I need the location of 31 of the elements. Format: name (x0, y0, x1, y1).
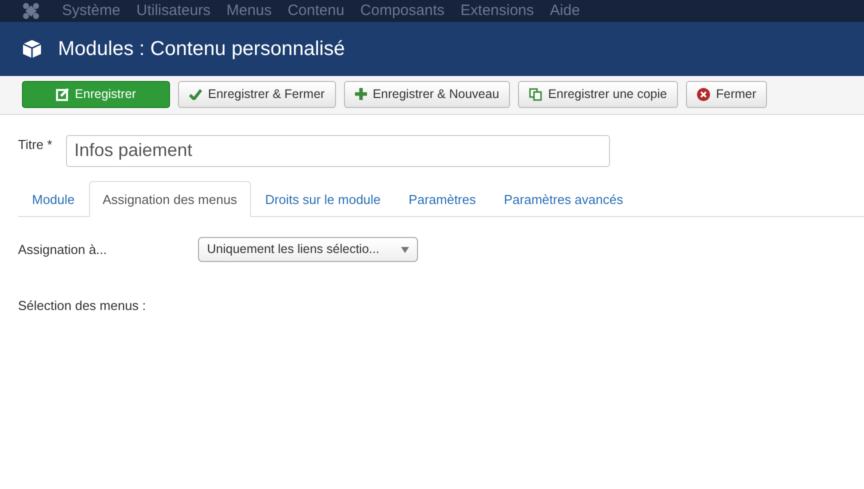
menu-item[interactable]: Composants (352, 0, 453, 22)
menu-item[interactable]: Menus (218, 0, 280, 22)
toolbar-button[interactable]: Fermer (686, 81, 768, 108)
caret-icon (401, 246, 409, 253)
toolbar-button[interactable]: Enregistrer & Nouveau (344, 81, 510, 108)
tab[interactable]: Module (18, 180, 89, 218)
close-icon (696, 88, 710, 101)
menu-item[interactable]: Contenu (280, 0, 352, 22)
title-field[interactable]: Infos paiement (66, 134, 610, 167)
menu-item[interactable]: Extensions (452, 0, 542, 22)
field-label: Assignation à... (18, 241, 108, 259)
page-title: Modules : Contenu personnalisé (58, 37, 345, 61)
copy-icon (529, 88, 542, 101)
toolbar-button[interactable]: Enregistrer & Fermer (178, 81, 336, 108)
menu-item[interactable]: Système (54, 0, 128, 22)
check-icon (189, 88, 202, 100)
assignment-dropdown[interactable]: Uniquement les liens sélectio... (198, 237, 418, 262)
cube-icon (22, 39, 42, 59)
edit-icon (56, 88, 69, 101)
tab[interactable]: Paramètres avancés (490, 180, 638, 218)
tab[interactable]: Droits sur le module (251, 180, 395, 218)
toolbar-button[interactable]: Enregistrer une copie (518, 81, 678, 108)
tab[interactable]: Assignation des menus (88, 180, 252, 218)
menu-item[interactable]: Aide (542, 0, 588, 22)
field-label: Sélection des menus : (18, 298, 146, 314)
field-label: Titre * (18, 136, 52, 154)
logo-icon[interactable] (22, 2, 40, 20)
menu-item[interactable]: Utilisateurs (128, 0, 219, 22)
toolbar-button[interactable]: Enregistrer (22, 81, 170, 108)
plus-icon (354, 88, 367, 100)
tab[interactable]: Paramètres (394, 180, 490, 218)
